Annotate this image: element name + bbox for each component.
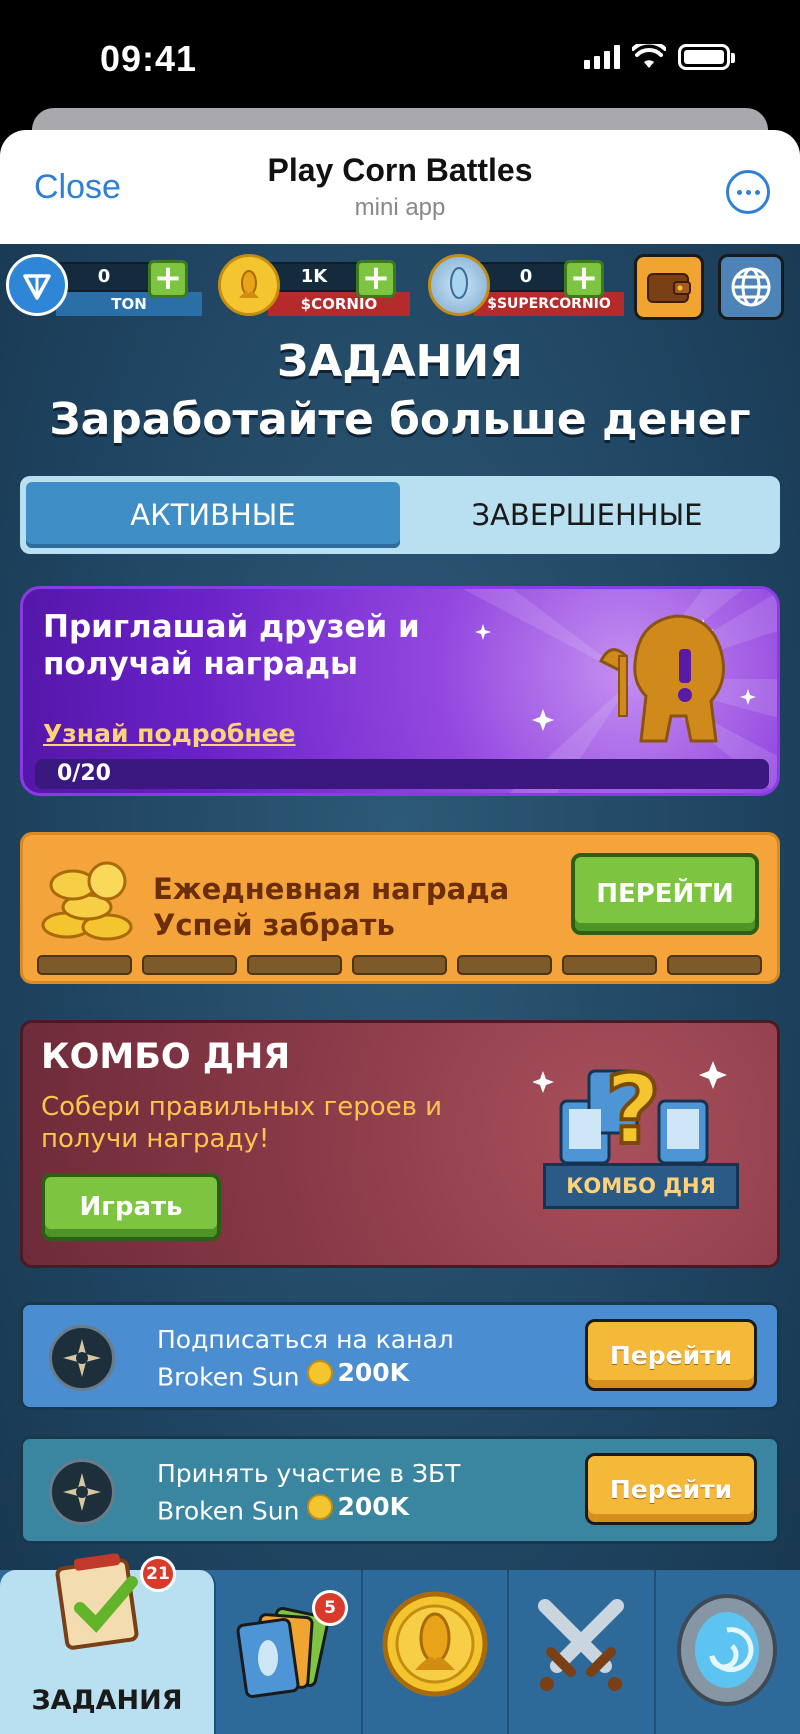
coins-pile-icon <box>41 861 133 941</box>
daily-slot <box>562 955 657 975</box>
task-go-button[interactable]: Перейти <box>585 1453 757 1525</box>
status-bar: 09:41 <box>0 0 800 110</box>
daily-slot <box>352 955 447 975</box>
referral-learn-more-link[interactable]: Узнай подробнее <box>43 719 296 748</box>
daily-slot <box>142 955 237 975</box>
combo-play-button[interactable]: Играть <box>41 1173 221 1241</box>
nav-tasks-label: ЗАДАНИЯ <box>31 1685 183 1716</box>
corn-coin-icon <box>379 1588 491 1700</box>
task-description: Подписаться на канал Broken Sun <box>157 1325 454 1392</box>
locked-hero-silhouette-icon <box>598 614 725 743</box>
broken-sun-logo-icon <box>49 1325 115 1391</box>
corn-coin-icon <box>307 1359 334 1386</box>
daily-reward-title: Ежедневная награда Успей забрать <box>153 871 509 943</box>
daily-slot <box>667 955 762 975</box>
currency-cornio: 1K $CORNIO + <box>218 252 410 318</box>
task-subscribe-channel: Подписаться на канал Broken Sun 200K Пер… <box>20 1302 780 1410</box>
daily-reward-go-button[interactable]: ПЕРЕЙТИ <box>571 853 759 935</box>
referral-title: Приглашай друзей и получай награды <box>43 609 420 682</box>
task-reward-amount: 200K <box>337 1492 410 1521</box>
tab-completed[interactable]: ЗАВЕРШЕННЫЕ <box>400 482 774 548</box>
wifi-icon <box>632 44 666 68</box>
cornio-amount: 1K <box>268 262 360 292</box>
svg-text:?: ? <box>605 1054 661 1166</box>
referral-card[interactable]: Приглашай друзей и получай награды Узнай… <box>20 586 780 796</box>
language-button[interactable] <box>718 254 784 320</box>
status-icons <box>584 44 735 70</box>
globe-icon <box>731 267 771 307</box>
nav-portal[interactable] <box>656 1570 800 1734</box>
referral-progress-text: 0/20 <box>57 761 111 786</box>
supercornio-amount: 0 <box>478 262 574 292</box>
daily-slot <box>247 955 342 975</box>
page-heading: ЗАДАНИЯ <box>276 336 524 387</box>
cards-badge: 5 <box>312 1590 348 1626</box>
task-reward: 200K <box>307 1490 409 1523</box>
checklist-icon <box>52 1552 152 1652</box>
daily-slot <box>37 955 132 975</box>
more-options-button[interactable] <box>726 170 770 214</box>
portal-icon <box>672 1590 782 1710</box>
battery-icon <box>678 44 735 70</box>
app-title: Play Corn Battles <box>267 152 533 188</box>
wallet-button[interactable] <box>634 254 704 320</box>
daily-combo-card: КОМБО ДНЯ Собери правильных героев и пол… <box>20 1020 780 1268</box>
task-reward: 200K <box>307 1356 409 1389</box>
task-text: Подписаться на канал Broken Sun 200K <box>157 1323 537 1394</box>
task-tabs: АКТИВНЫЕ ЗАВЕРШЕННЫЕ <box>20 476 780 554</box>
task-text: Принять участие в ЗБТ Broken Sun 200K <box>157 1457 537 1528</box>
cellular-signal-icon <box>584 45 620 69</box>
status-time: 09:41 <box>100 38 198 79</box>
daily-reward-title-line2: Успей забрать <box>153 908 395 942</box>
nav-battle[interactable] <box>509 1570 656 1734</box>
task-reward-amount: 200K <box>337 1358 410 1387</box>
nav-tasks[interactable]: 21 ЗАДАНИЯ <box>0 1553 216 1734</box>
ton-amount: 0 <box>56 262 152 292</box>
task-go-button[interactable]: Перейти <box>585 1319 757 1391</box>
currency-supercornio: 0 $SUPERCORNIO + <box>428 252 628 318</box>
nav-coin[interactable] <box>363 1570 509 1734</box>
combo-ribbon-label: КОМБО ДНЯ <box>543 1163 739 1209</box>
bottom-navigation: 21 ЗАДАНИЯ 5 <box>0 1553 800 1734</box>
daily-reward-card: Ежедневная награда Успей забрать ПЕРЕЙТИ <box>20 832 780 984</box>
ton-icon <box>6 254 68 316</box>
super-corn-icon <box>428 254 490 316</box>
tasks-badge: 21 <box>140 1556 176 1592</box>
combo-description: Собери правильных героев и получи наград… <box>41 1092 443 1154</box>
combo-cards-question-icon: ? <box>533 1052 727 1168</box>
mini-app-header: Close Play Corn Battles mini app <box>0 130 800 244</box>
combo-title: КОМБО ДНЯ <box>41 1037 291 1077</box>
add-supercornio-button[interactable]: + <box>564 260 604 298</box>
currency-ton: 0 TON + <box>6 252 202 318</box>
crossed-swords-icon <box>531 1596 631 1696</box>
add-cornio-button[interactable]: + <box>356 260 396 298</box>
daily-slot <box>457 955 552 975</box>
nav-cards[interactable]: 5 <box>216 1570 363 1734</box>
corn-coin-icon <box>218 254 280 316</box>
corn-coin-icon <box>307 1493 334 1520</box>
broken-sun-logo-icon <box>49 1459 115 1525</box>
referral-progress-bar: 0/20 <box>35 759 769 789</box>
task-join-beta: Принять участие в ЗБТ Broken Sun 200K Пе… <box>20 1436 780 1544</box>
daily-reward-slots <box>37 955 762 975</box>
daily-reward-title-line1: Ежедневная награда <box>153 872 510 906</box>
app-subtitle: mini app <box>354 194 446 221</box>
app-content: 0 TON + 1K $CORNIO + 0 $SUPERCORNIO + ЗА… <box>0 244 800 1734</box>
add-ton-button[interactable]: + <box>148 260 188 298</box>
wallet-icon <box>647 273 691 303</box>
page-subheading: Заработайте больше денег <box>49 394 751 445</box>
tab-active[interactable]: АКТИВНЫЕ <box>26 482 400 548</box>
